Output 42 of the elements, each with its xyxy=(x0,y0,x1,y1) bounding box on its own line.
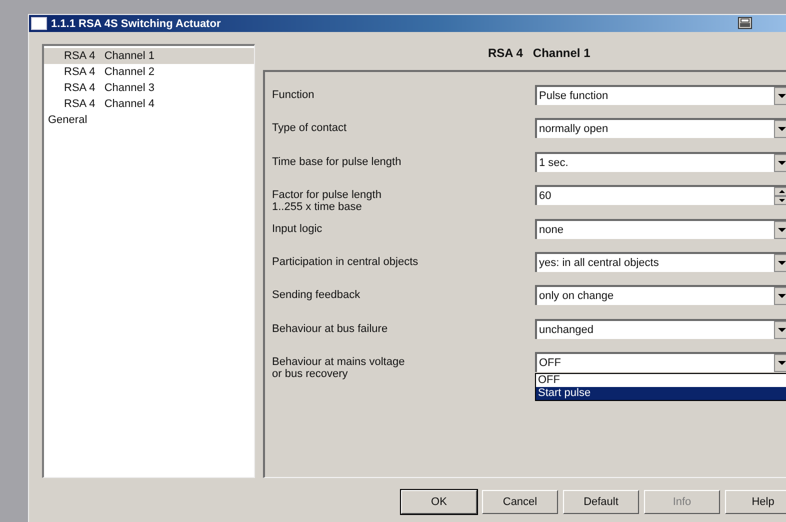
dropdown-arrow-icon[interactable] xyxy=(774,220,786,239)
dropdown[interactable]: none xyxy=(535,218,786,239)
parameter-label: Participation in central objects xyxy=(271,254,420,270)
dropdown-arrow-icon[interactable] xyxy=(774,120,786,138)
tree-item[interactable]: RSA 4 Channel 3 xyxy=(44,80,254,96)
dialog-button[interactable]: OK xyxy=(401,490,477,514)
dialog-button[interactable]: Help xyxy=(725,490,786,514)
parameter-label: Factor for pulse length 1..255 x time base xyxy=(271,188,382,216)
parameter-label: Sending feedback xyxy=(271,288,362,304)
dropdown-arrow-icon[interactable] xyxy=(774,320,786,339)
dropdown[interactable]: yes: in all central objects xyxy=(535,252,786,272)
dropdown[interactable]: OFF xyxy=(535,352,786,372)
window-title: 1.1.1 RSA 4S Switching Actuator xyxy=(51,18,221,30)
dropdown-arrow-icon[interactable] xyxy=(774,87,786,105)
dropdown[interactable]: 1 sec. xyxy=(535,152,786,172)
parameter-label: Input logic xyxy=(271,222,324,237)
page-heading: RSA 4 Channel 1 xyxy=(487,45,592,62)
parameter-label: Function xyxy=(271,88,316,103)
dropdown[interactable]: normally open xyxy=(535,118,786,138)
parameter-label: Behaviour at mains voltage or bus recovery xyxy=(271,355,406,382)
number-field[interactable]: 60 xyxy=(535,185,786,206)
dialog-button[interactable]: Cancel xyxy=(482,490,558,514)
tree-item[interactable]: General xyxy=(44,112,254,128)
printer-icon[interactable] xyxy=(738,17,752,29)
dropdown-option[interactable]: Start pulse xyxy=(536,387,786,400)
dropdown-arrow-icon[interactable] xyxy=(774,154,786,172)
dropdown[interactable]: Pulse function xyxy=(535,85,786,105)
parameter-label: Behaviour at bus failure xyxy=(271,322,389,337)
dropdown-arrow-icon[interactable] xyxy=(774,254,786,272)
dialog-button[interactable]: Default xyxy=(563,490,639,514)
parameter-label: Type of contact xyxy=(271,121,348,136)
dropdown-arrow-icon[interactable] xyxy=(774,287,786,306)
tree-item[interactable]: RSA 4 Channel 4 xyxy=(44,96,254,112)
window-icon xyxy=(31,17,47,30)
dropdown[interactable]: only on change xyxy=(535,285,786,306)
spin-arrows-icon[interactable] xyxy=(774,187,786,206)
dropdown-arrow-icon[interactable] xyxy=(774,354,786,372)
dropdown-option[interactable]: OFF xyxy=(536,374,786,388)
tree-item[interactable]: RSA 4 Channel 2 xyxy=(44,64,254,80)
parameter-label: Time base for pulse length xyxy=(271,154,402,170)
dropdown[interactable]: unchanged xyxy=(535,318,786,339)
tree-item[interactable]: RSA 4 Channel 1 xyxy=(44,48,254,64)
